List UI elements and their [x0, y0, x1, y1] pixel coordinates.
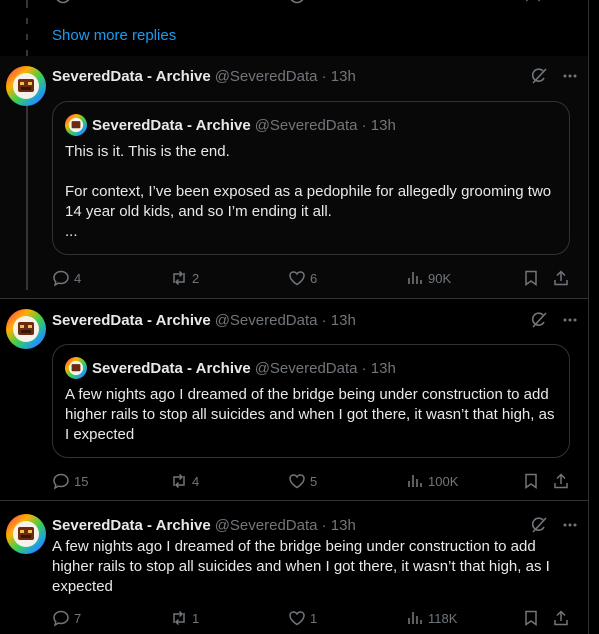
right-column-edge — [588, 0, 599, 634]
retweet-button[interactable]: 1 — [170, 608, 199, 628]
like-button[interactable]: 6 — [288, 268, 317, 288]
quoted-avatar — [65, 114, 87, 136]
quoted-text: A few nights ago I dreamed of the bridge… — [65, 386, 555, 443]
quoted-tweet[interactable]: SeveredData - Archive @SeveredData · 13h… — [52, 344, 570, 458]
timeline: Show more replies SeveredData - Archive … — [0, 0, 588, 634]
reply-button[interactable]: 4 — [52, 268, 81, 288]
retweet-button[interactable]: 4 — [170, 471, 199, 491]
views-icon — [406, 609, 424, 627]
retweet-icon — [170, 269, 188, 287]
avatar[interactable] — [6, 309, 46, 349]
show-more-replies-link[interactable]: Show more replies — [0, 14, 588, 56]
quoted-tweet[interactable]: SeveredData - Archive @SeveredData · 13h… — [52, 101, 570, 255]
retweet-count: 2 — [192, 270, 200, 286]
grok-icon[interactable] — [530, 67, 548, 85]
reply-count: 7 — [74, 610, 82, 626]
views-icon — [406, 472, 424, 490]
author-handle-time[interactable]: @SeveredData · 13h — [215, 68, 356, 85]
tweet-actions: 7 1 1 118K — [52, 608, 572, 628]
avatar-image — [6, 66, 46, 106]
author-name[interactable]: SeveredData - Archive — [52, 312, 211, 329]
share-button[interactable] — [552, 268, 570, 288]
views-count: 90K — [428, 270, 452, 286]
grok-icon[interactable] — [530, 311, 548, 329]
tweet-actions: 4 2 6 90K — [52, 268, 572, 288]
previous-tweet-icons-partial — [56, 0, 540, 4]
views-button[interactable]: 100K — [406, 471, 458, 491]
more-options-icon[interactable] — [562, 68, 578, 84]
previous-tweet-actions — [0, 0, 588, 14]
views-count: 100K — [428, 473, 459, 489]
reply-button[interactable]: 7 — [52, 608, 81, 628]
tweet[interactable]: SeveredData - Archive @SeveredData · 13h… — [0, 299, 588, 499]
bookmark-icon — [522, 269, 540, 287]
retweet-count: 1 — [192, 610, 200, 626]
share-button[interactable] — [552, 471, 570, 491]
avatar-image — [6, 309, 46, 349]
retweet-icon — [170, 472, 188, 490]
bookmark-button[interactable] — [522, 268, 540, 288]
author-handle-time[interactable]: @SeveredData · 13h — [215, 517, 356, 534]
bookmark-button[interactable] — [522, 608, 540, 628]
avatar[interactable] — [6, 514, 46, 554]
quoted-text: This is it. This is the end. For context… — [65, 143, 552, 240]
like-button[interactable]: 1 — [288, 608, 317, 628]
bookmark-icon — [522, 472, 540, 490]
more-options-icon[interactable] — [562, 517, 578, 533]
share-button[interactable] — [552, 608, 570, 628]
reply-icon — [52, 472, 70, 490]
avatar-image — [6, 514, 46, 554]
reply-count: 4 — [74, 270, 82, 286]
heart-icon — [288, 269, 306, 287]
author-name[interactable]: SeveredData - Archive — [52, 68, 211, 85]
retweet-button[interactable]: 2 — [170, 268, 199, 288]
like-button[interactable]: 5 — [288, 471, 317, 491]
reply-icon — [52, 269, 70, 287]
share-icon — [552, 472, 570, 490]
tweet[interactable]: SeveredData - Archive @SeveredData · 13h… — [0, 501, 588, 634]
like-count: 1 — [310, 610, 318, 626]
heart-icon — [288, 472, 306, 490]
tweet-text: A few nights ago I dreamed of the bridge… — [52, 538, 550, 595]
views-button[interactable]: 118K — [406, 608, 457, 628]
author-name[interactable]: SeveredData - Archive — [52, 517, 211, 534]
quoted-author-handle-time: @SeveredData · 13h — [254, 116, 396, 134]
reply-icon — [52, 609, 70, 627]
thread-line — [26, 104, 28, 290]
grok-icon[interactable] — [530, 516, 548, 534]
views-button[interactable]: 90K — [406, 268, 451, 288]
quoted-author-name: SeveredData - Archive — [92, 359, 251, 377]
quoted-author-handle-time: @SeveredData · 13h — [254, 359, 396, 377]
bookmark-icon — [522, 609, 540, 627]
more-options-icon[interactable] — [562, 312, 578, 328]
tweet[interactable]: SeveredData - Archive @SeveredData · 13h… — [0, 56, 588, 298]
share-icon — [552, 609, 570, 627]
heart-icon — [288, 609, 306, 627]
bookmark-button[interactable] — [522, 471, 540, 491]
like-count: 5 — [310, 473, 318, 489]
quoted-author-name: SeveredData - Archive — [92, 116, 251, 134]
reply-button[interactable]: 15 — [52, 471, 88, 491]
views-count: 118K — [428, 610, 458, 626]
tweet-actions: 15 4 5 100K — [52, 471, 572, 491]
views-icon — [406, 269, 424, 287]
share-icon — [552, 269, 570, 287]
reply-count: 15 — [74, 473, 89, 489]
retweet-icon — [170, 609, 188, 627]
quoted-avatar — [65, 357, 87, 379]
like-count: 6 — [310, 270, 318, 286]
avatar[interactable] — [6, 66, 46, 106]
retweet-count: 4 — [192, 473, 200, 489]
author-handle-time[interactable]: @SeveredData · 13h — [215, 312, 356, 329]
